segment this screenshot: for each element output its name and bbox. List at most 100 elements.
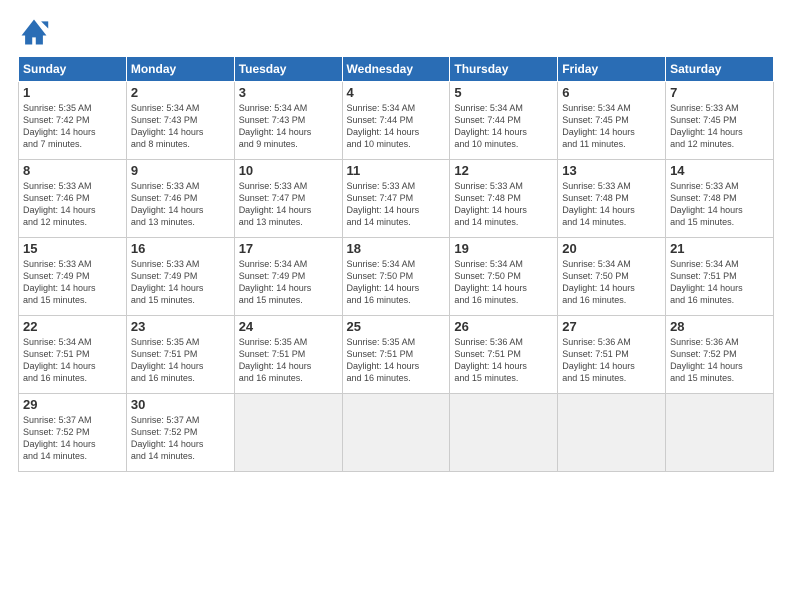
header-friday: Friday: [558, 57, 666, 82]
day-number: 7: [670, 85, 769, 100]
day-info: Sunrise: 5:34 AM Sunset: 7:43 PM Dayligh…: [239, 102, 338, 151]
day-info: Sunrise: 5:33 AM Sunset: 7:45 PM Dayligh…: [670, 102, 769, 151]
calendar-cell: 27 Sunrise: 5:36 AM Sunset: 7:51 PM Dayli…: [558, 316, 666, 394]
day-info: Sunrise: 5:35 AM Sunset: 7:51 PM Dayligh…: [347, 336, 446, 385]
day-info: Sunrise: 5:36 AM Sunset: 7:52 PM Dayligh…: [670, 336, 769, 385]
day-number: 2: [131, 85, 230, 100]
calendar-cell: 6Sunrise: 5:34 AM Sunset: 7:45 PM Daylig…: [558, 82, 666, 160]
day-number: 24: [239, 319, 338, 334]
day-info: Sunrise: 5:34 AM Sunset: 7:50 PM Dayligh…: [454, 258, 553, 307]
calendar-cell: 10 Sunrise: 5:33 AM Sunset: 7:47 PM Dayli…: [234, 160, 342, 238]
day-number: 11: [347, 163, 446, 178]
day-info: Sunrise: 5:37 AM Sunset: 7:52 PM Dayligh…: [131, 414, 230, 463]
calendar-table: SundayMondayTuesdayWednesdayThursdayFrid…: [18, 56, 774, 472]
day-info: Sunrise: 5:34 AM Sunset: 7:50 PM Dayligh…: [347, 258, 446, 307]
day-info: Sunrise: 5:33 AM Sunset: 7:46 PM Dayligh…: [131, 180, 230, 229]
header-monday: Monday: [126, 57, 234, 82]
day-info: Sunrise: 5:33 AM Sunset: 7:48 PM Dayligh…: [454, 180, 553, 229]
calendar-header-row: SundayMondayTuesdayWednesdayThursdayFrid…: [19, 57, 774, 82]
calendar-cell: 13 Sunrise: 5:33 AM Sunset: 7:48 PM Dayli…: [558, 160, 666, 238]
calendar-cell: 1Sunrise: 5:35 AM Sunset: 7:42 PM Daylig…: [19, 82, 127, 160]
day-info: Sunrise: 5:33 AM Sunset: 7:47 PM Dayligh…: [347, 180, 446, 229]
calendar-cell: [666, 394, 774, 472]
logo-icon: [18, 16, 50, 48]
calendar-cell: 16 Sunrise: 5:33 AM Sunset: 7:49 PM Dayli…: [126, 238, 234, 316]
day-number: 3: [239, 85, 338, 100]
day-number: 28: [670, 319, 769, 334]
calendar-cell: 8 Sunrise: 5:33 AM Sunset: 7:46 PM Daylig…: [19, 160, 127, 238]
header-wednesday: Wednesday: [342, 57, 450, 82]
day-number: 23: [131, 319, 230, 334]
day-number: 4: [347, 85, 446, 100]
day-info: Sunrise: 5:33 AM Sunset: 7:47 PM Dayligh…: [239, 180, 338, 229]
day-number: 27: [562, 319, 661, 334]
calendar-cell: 5Sunrise: 5:34 AM Sunset: 7:44 PM Daylig…: [450, 82, 558, 160]
header-tuesday: Tuesday: [234, 57, 342, 82]
calendar-cell: 18 Sunrise: 5:34 AM Sunset: 7:50 PM Dayli…: [342, 238, 450, 316]
calendar-cell: 2 Sunrise: 5:34 AM Sunset: 7:43 PM Daylig…: [126, 82, 234, 160]
day-info: Sunrise: 5:33 AM Sunset: 7:46 PM Dayligh…: [23, 180, 122, 229]
calendar-cell: 29 Sunrise: 5:37 AM Sunset: 7:52 PM Dayli…: [19, 394, 127, 472]
calendar-cell: 15Sunrise: 5:33 AM Sunset: 7:49 PM Dayli…: [19, 238, 127, 316]
day-info: Sunrise: 5:34 AM Sunset: 7:43 PM Dayligh…: [131, 102, 230, 151]
day-info: Sunrise: 5:35 AM Sunset: 7:51 PM Dayligh…: [239, 336, 338, 385]
day-number: 16: [131, 241, 230, 256]
logo: [18, 16, 54, 48]
calendar-week-3: 15 Sunrise: 5:33 AM Sunset: 7:49 PM Dayli…: [19, 238, 774, 316]
day-info: Sunrise: 5:33 AM Sunset: 7:49 PM Dayligh…: [131, 258, 230, 307]
calendar-cell: 26Sunrise: 5:36 AM Sunset: 7:51 PM Dayli…: [450, 316, 558, 394]
day-info: Sunrise: 5:33 AM Sunset: 7:48 PM Dayligh…: [562, 180, 661, 229]
day-info: Sunrise: 5:35 AM Sunset: 7:42 PM Dayligh…: [23, 102, 122, 151]
day-number: 15: [23, 241, 122, 256]
day-info: Sunrise: 5:34 AM Sunset: 7:49 PM Dayligh…: [239, 258, 338, 307]
calendar-cell: 19Sunrise: 5:34 AM Sunset: 7:50 PM Dayli…: [450, 238, 558, 316]
calendar-cell: 24 Sunrise: 5:35 AM Sunset: 7:51 PM Dayli…: [234, 316, 342, 394]
day-number: 25: [347, 319, 446, 334]
day-number: 22: [23, 319, 122, 334]
day-number: 13: [562, 163, 661, 178]
day-info: Sunrise: 5:34 AM Sunset: 7:50 PM Dayligh…: [562, 258, 661, 307]
day-number: 29: [23, 397, 122, 412]
day-number: 10: [239, 163, 338, 178]
calendar-cell: 14 Sunrise: 5:33 AM Sunset: 7:48 PM Dayli…: [666, 160, 774, 238]
calendar-week-4: 22 Sunrise: 5:34 AM Sunset: 7:51 PM Dayli…: [19, 316, 774, 394]
calendar-cell: 28 Sunrise: 5:36 AM Sunset: 7:52 PM Dayli…: [666, 316, 774, 394]
calendar-week-2: 8 Sunrise: 5:33 AM Sunset: 7:46 PM Daylig…: [19, 160, 774, 238]
day-number: 18: [347, 241, 446, 256]
day-number: 8: [23, 163, 122, 178]
calendar-cell: 17Sunrise: 5:34 AM Sunset: 7:49 PM Dayli…: [234, 238, 342, 316]
day-number: 26: [454, 319, 553, 334]
day-number: 30: [131, 397, 230, 412]
calendar-cell: 7 Sunrise: 5:33 AM Sunset: 7:45 PM Daylig…: [666, 82, 774, 160]
calendar-cell: 30 Sunrise: 5:37 AM Sunset: 7:52 PM Dayli…: [126, 394, 234, 472]
calendar-cell: [234, 394, 342, 472]
calendar-week-5: 29 Sunrise: 5:37 AM Sunset: 7:52 PM Dayli…: [19, 394, 774, 472]
day-info: Sunrise: 5:37 AM Sunset: 7:52 PM Dayligh…: [23, 414, 122, 463]
calendar-cell: 9 Sunrise: 5:33 AM Sunset: 7:46 PM Daylig…: [126, 160, 234, 238]
day-info: Sunrise: 5:33 AM Sunset: 7:48 PM Dayligh…: [670, 180, 769, 229]
day-info: Sunrise: 5:35 AM Sunset: 7:51 PM Dayligh…: [131, 336, 230, 385]
header-thursday: Thursday: [450, 57, 558, 82]
day-number: 9: [131, 163, 230, 178]
calendar-cell: [342, 394, 450, 472]
calendar-cell: [558, 394, 666, 472]
day-number: 6: [562, 85, 661, 100]
day-info: Sunrise: 5:36 AM Sunset: 7:51 PM Dayligh…: [562, 336, 661, 385]
page-header: [18, 16, 774, 48]
calendar-cell: 4 Sunrise: 5:34 AM Sunset: 7:44 PM Daylig…: [342, 82, 450, 160]
day-info: Sunrise: 5:34 AM Sunset: 7:51 PM Dayligh…: [670, 258, 769, 307]
calendar-cell: 21 Sunrise: 5:34 AM Sunset: 7:51 PM Dayli…: [666, 238, 774, 316]
calendar-cell: 23 Sunrise: 5:35 AM Sunset: 7:51 PM Dayli…: [126, 316, 234, 394]
calendar-week-1: 1Sunrise: 5:35 AM Sunset: 7:42 PM Daylig…: [19, 82, 774, 160]
day-number: 20: [562, 241, 661, 256]
day-info: Sunrise: 5:34 AM Sunset: 7:51 PM Dayligh…: [23, 336, 122, 385]
day-info: Sunrise: 5:34 AM Sunset: 7:44 PM Dayligh…: [454, 102, 553, 151]
calendar-cell: 20 Sunrise: 5:34 AM Sunset: 7:50 PM Dayli…: [558, 238, 666, 316]
calendar-cell: 3 Sunrise: 5:34 AM Sunset: 7:43 PM Daylig…: [234, 82, 342, 160]
calendar-cell: 11 Sunrise: 5:33 AM Sunset: 7:47 PM Dayli…: [342, 160, 450, 238]
day-info: Sunrise: 5:34 AM Sunset: 7:44 PM Dayligh…: [347, 102, 446, 151]
day-number: 14: [670, 163, 769, 178]
header-sunday: Sunday: [19, 57, 127, 82]
day-number: 21: [670, 241, 769, 256]
day-number: 12: [454, 163, 553, 178]
